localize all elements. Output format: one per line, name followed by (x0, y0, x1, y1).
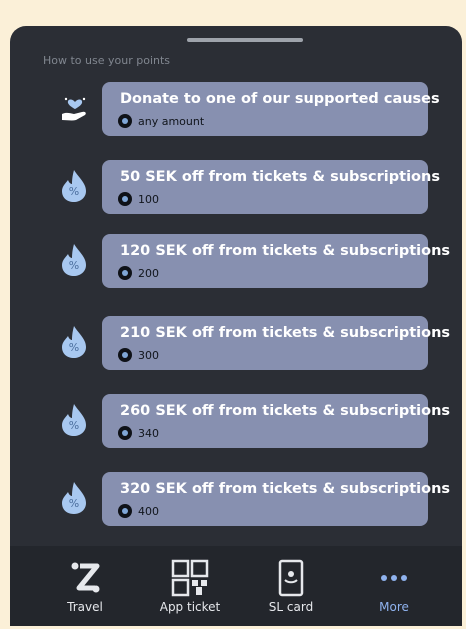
more-dots-icon (374, 558, 414, 598)
nav-item-more[interactable]: More (344, 546, 444, 626)
nav-item-travel[interactable]: Travel (35, 546, 135, 626)
reward-points-value: any amount (138, 114, 205, 128)
reward-points-value: 100 (138, 192, 159, 206)
reward-title: Donate to one of our supported causes (120, 91, 440, 107)
reward-row: % 120 SEK off from tickets & subscriptio… (10, 234, 462, 288)
reward-row: % 50 SEK off from tickets & subscription… (10, 160, 462, 214)
reward-title: 210 SEK off from tickets & subscriptions (120, 325, 451, 341)
reward-points: 400 (118, 503, 159, 519)
travel-z-icon (65, 558, 105, 598)
reward-points-value: 300 (138, 348, 159, 362)
svg-text:%: % (69, 259, 79, 272)
sheet-drag-handle[interactable] (187, 38, 303, 42)
reward-card[interactable]: Donate to one of our supported causes an… (102, 82, 440, 136)
bottom-nav: Travel App ticket SL card More (10, 546, 462, 626)
nav-label: App ticket (159, 600, 221, 614)
reward-points: 200 (118, 265, 159, 281)
reward-points-value: 400 (138, 504, 159, 518)
reward-points: 340 (118, 425, 159, 441)
bottom-sheet: How to use your points Donate to one of … (10, 26, 462, 626)
reward-card[interactable]: 320 SEK off from tickets & subscriptions… (102, 472, 450, 526)
discount-drop-icon: % (58, 324, 92, 360)
nav-label: More (379, 600, 409, 614)
reward-row-donate: Donate to one of our supported causes an… (10, 82, 462, 136)
reward-points: 100 (118, 191, 159, 207)
points-coin-icon (118, 426, 132, 440)
nav-label: Travel (67, 600, 103, 614)
reward-points: any amount (118, 113, 204, 129)
discount-drop-icon: % (58, 402, 92, 438)
reward-title: 50 SEK off from tickets & subscriptions (120, 169, 440, 185)
reward-card[interactable]: 50 SEK off from tickets & subscriptions … (102, 160, 440, 214)
svg-text:%: % (69, 497, 79, 510)
nav-item-app-ticket[interactable]: App ticket (140, 546, 240, 626)
nav-label: SL card (268, 600, 314, 614)
reward-row: % 320 SEK off from tickets & subscriptio… (10, 472, 462, 526)
reward-card[interactable]: 260 SEK off from tickets & subscriptions… (102, 394, 450, 448)
donate-heart-hand-icon (58, 90, 92, 126)
reward-title: 320 SEK off from tickets & subscriptions (120, 481, 451, 497)
points-coin-icon (118, 114, 132, 128)
discount-drop-icon: % (58, 480, 92, 516)
reward-points-value: 200 (138, 266, 159, 280)
reward-row: % 260 SEK off from tickets & subscriptio… (10, 394, 462, 448)
section-title: How to use your points (43, 54, 171, 67)
qr-code-icon (170, 558, 210, 598)
svg-text:%: % (69, 419, 79, 432)
points-coin-icon (118, 348, 132, 362)
reward-points-value: 340 (138, 426, 159, 440)
points-coin-icon (118, 266, 132, 280)
svg-text:%: % (69, 185, 79, 198)
reward-title: 120 SEK off from tickets & subscriptions (120, 243, 451, 259)
reward-points: 300 (118, 347, 159, 363)
discount-drop-icon: % (58, 242, 92, 278)
points-coin-icon (118, 504, 132, 518)
svg-text:%: % (69, 341, 79, 354)
nav-item-sl-card[interactable]: SL card (241, 546, 341, 626)
reward-row: % 210 SEK off from tickets & subscriptio… (10, 316, 462, 370)
points-coin-icon (118, 192, 132, 206)
reward-card[interactable]: 210 SEK off from tickets & subscriptions… (102, 316, 450, 370)
reward-card[interactable]: 120 SEK off from tickets & subscriptions… (102, 234, 450, 288)
sl-card-icon (271, 558, 311, 598)
discount-drop-icon: % (58, 168, 92, 204)
reward-title: 260 SEK off from tickets & subscriptions (120, 403, 451, 419)
